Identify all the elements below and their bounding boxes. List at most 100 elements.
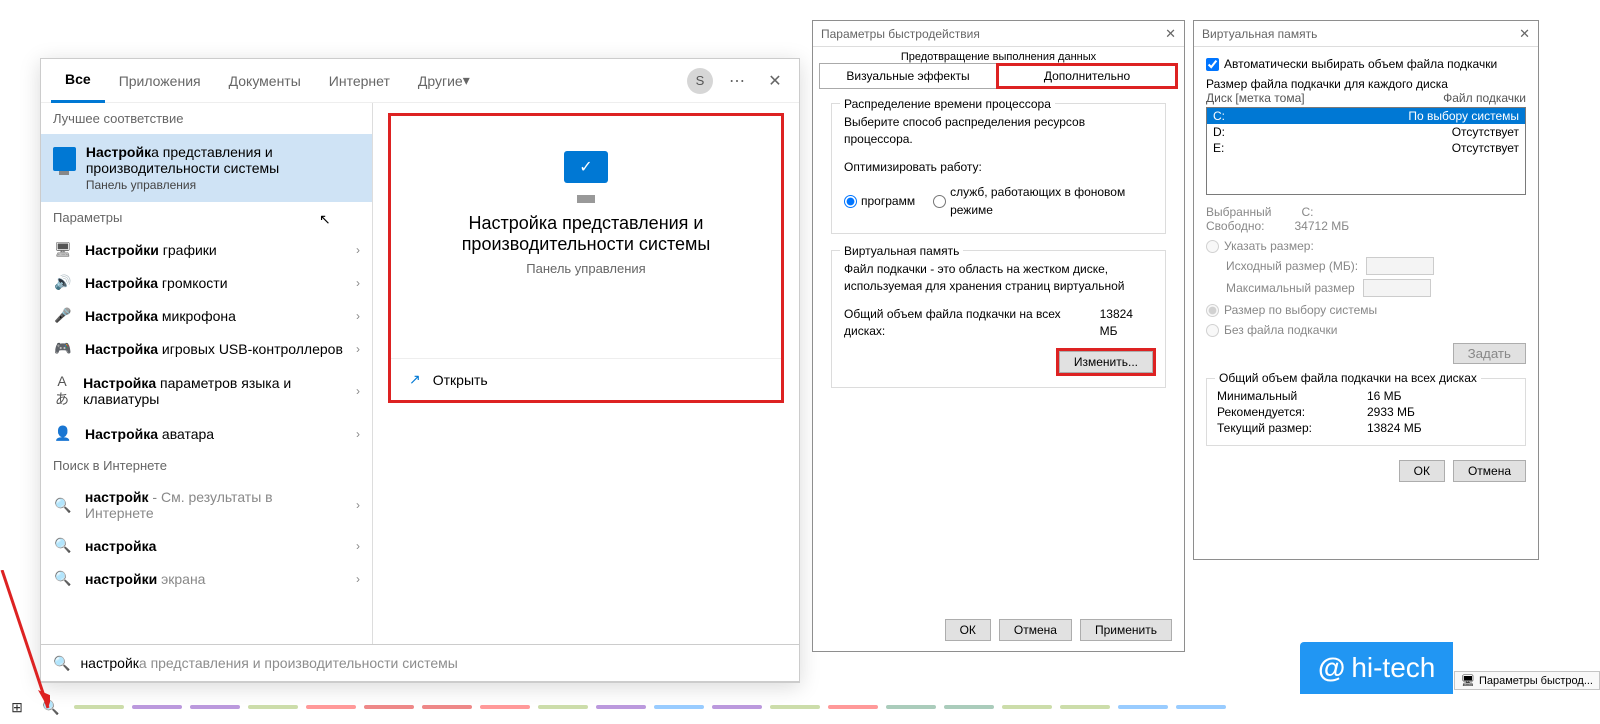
item-icon: 🔊: [53, 274, 73, 291]
drive-row[interactable]: C:По выбору системы: [1207, 108, 1525, 124]
selected-label: Выбранный: [1206, 205, 1271, 219]
item-title: Настройки графики: [85, 242, 217, 258]
tab-all[interactable]: Все: [51, 59, 105, 103]
more-menu[interactable]: ⋯: [723, 71, 751, 91]
perf-apply-button[interactable]: Применить: [1080, 619, 1172, 641]
vmem-ok-button[interactable]: ОК: [1399, 460, 1445, 482]
cur-value: 13824 МБ: [1367, 421, 1422, 435]
perf-close-icon[interactable]: ✕: [1165, 26, 1176, 42]
tab-web[interactable]: Интернет: [315, 59, 404, 103]
search-tabs: Все Приложения Документы Интернет Другие…: [41, 59, 799, 103]
perf-ok-button[interactable]: ОК: [945, 619, 991, 641]
item-icon: 🎤: [53, 307, 73, 324]
search-panel: Все Приложения Документы Интернет Другие…: [40, 58, 800, 683]
drive-list[interactable]: C:По выбору системыD:ОтсутствуетE:Отсутс…: [1206, 107, 1526, 195]
drive-row[interactable]: E:Отсутствует: [1207, 140, 1525, 156]
close-icon[interactable]: ✕: [761, 71, 789, 91]
min-value: 16 МБ: [1367, 389, 1402, 403]
vmem-group-title: Виртуальная память: [840, 243, 963, 260]
cur-label: Текущий размер:: [1217, 421, 1327, 435]
chevron-right-icon: ›: [356, 384, 360, 398]
result-item[interactable]: 🎤 Настройка микрофона ›: [41, 299, 372, 332]
result-item[interactable]: 👤Настройка аватара›: [41, 417, 372, 450]
search-typed: настройк: [80, 655, 138, 671]
result-item[interactable]: AあНастройка параметров языка и клавиатур…: [41, 365, 372, 417]
cpu-opt-label: Оптимизировать работу:: [844, 159, 1153, 176]
perf-cancel-button[interactable]: Отмена: [999, 619, 1072, 641]
web-result-item[interactable]: 🔍настройки экрана›: [41, 562, 372, 595]
radio-custom-size[interactable]: Указать размер:: [1206, 239, 1526, 253]
user-avatar[interactable]: S: [687, 68, 713, 94]
auto-manage-checkbox[interactable]: Автоматически выбирать объем файла подка…: [1206, 57, 1526, 71]
best-match-item[interactable]: Настройка представления и производительн…: [41, 134, 372, 202]
totals-title: Общий объем файла подкачки на всех диска…: [1215, 371, 1481, 385]
vmem-desc: Файл подкачки - это область на жестком д…: [844, 261, 1153, 296]
vmem-title-bar: Виртуальная память ✕: [1194, 21, 1538, 47]
item-title: Настройка микрофона: [85, 308, 236, 324]
chevron-right-icon: ›: [356, 498, 360, 512]
init-label: Исходный размер (МБ):: [1226, 259, 1358, 273]
perf-title: Параметры быстродействия: [821, 27, 980, 41]
free-value: 34712 МБ: [1295, 219, 1350, 233]
monitor-check-icon: [564, 151, 608, 183]
tab-more[interactable]: Другие ▾: [404, 59, 484, 103]
min-label: Минимальный: [1217, 389, 1327, 403]
virtual-memory-dialog: Виртуальная память ✕ Автоматически выбир…: [1193, 20, 1539, 560]
perf-subhead: Предотвращение выполнения данных: [813, 47, 1184, 63]
vmem-cancel-button[interactable]: Отмена: [1453, 460, 1526, 482]
tab-visual-effects[interactable]: Визуальные эффекты: [819, 63, 996, 89]
taskbar-search-icon[interactable]: 🔍: [34, 690, 68, 724]
search-icon: 🔍: [53, 497, 73, 514]
chevron-right-icon: ›: [356, 309, 360, 323]
chevron-right-icon: ›: [356, 539, 360, 553]
free-label: Свободно:: [1206, 219, 1265, 233]
result-item[interactable]: 🔊 Настройка громкости ›: [41, 266, 372, 299]
radio-no-file[interactable]: Без файла подкачки: [1206, 323, 1526, 337]
item-icon: 🎮: [53, 340, 73, 357]
start-icon[interactable]: ⊞: [0, 690, 34, 724]
item-title: Настройка игровых USB-контроллеров: [85, 341, 343, 357]
change-button[interactable]: Изменить...: [1059, 351, 1153, 373]
preview-subtitle: Панель управления: [526, 261, 645, 276]
taskbar-notification[interactable]: 🖥 Параметры быстрод...: [1454, 671, 1600, 690]
monitor-icon: [53, 147, 76, 171]
result-item[interactable]: 🖥 Настройки графики ›: [41, 233, 372, 266]
result-item[interactable]: 🎮 Настройка игровых USB-контроллеров ›: [41, 332, 372, 365]
chevron-right-icon: ›: [356, 276, 360, 290]
tab-docs[interactable]: Документы: [215, 59, 315, 103]
initial-size-input[interactable]: [1366, 257, 1434, 275]
item-title: настройка: [85, 538, 156, 554]
set-button[interactable]: Задать: [1453, 343, 1526, 364]
chevron-right-icon: ›: [356, 243, 360, 257]
web-result-item[interactable]: 🔍настройка›: [41, 529, 372, 562]
chevron-right-icon: ›: [356, 342, 360, 356]
drive-row[interactable]: D:Отсутствует: [1207, 124, 1525, 140]
net-header: Поиск в Интернете: [41, 450, 372, 481]
item-title: Настройка громкости: [85, 275, 228, 291]
search-input[interactable]: 🔍 настройка представления и производител…: [40, 644, 800, 682]
radio-programs[interactable]: программ: [844, 193, 915, 210]
brand-watermark: @hi-tech: [1300, 642, 1453, 694]
rec-label: Рекомендуется:: [1217, 405, 1327, 419]
taskbar-items: [74, 705, 1226, 709]
web-result-item[interactable]: 🔍 настройк - См. результаты в Интернете ›: [41, 481, 372, 529]
perf-title-bar: Параметры быстродействия ✕: [813, 21, 1184, 47]
radio-background[interactable]: служб, работающих в фоновом режиме: [933, 184, 1153, 219]
max-size-input[interactable]: [1363, 279, 1431, 297]
best-match-header: Лучшее соответствие: [41, 103, 372, 134]
taskbar: ⊞ 🔍: [0, 690, 1600, 724]
radio-system-size[interactable]: Размер по выбору системы: [1206, 303, 1526, 317]
item-title: Настройка аватара: [85, 426, 214, 442]
chevron-right-icon: ›: [356, 427, 360, 441]
search-icon: 🔍: [53, 655, 70, 672]
item-icon: 🖥: [53, 241, 73, 258]
vmem-title: Виртуальная память: [1202, 27, 1317, 41]
tab-advanced[interactable]: Дополнительно: [996, 63, 1178, 89]
performance-options-dialog: Параметры быстродействия ✕ Предотвращени…: [812, 20, 1185, 652]
open-action[interactable]: ↗ Открыть: [391, 358, 781, 400]
item-title: настройк - См. результаты в Интернете: [85, 489, 344, 521]
tab-apps[interactable]: Приложения: [105, 59, 215, 103]
vmem-close-icon[interactable]: ✕: [1519, 26, 1530, 42]
virtual-memory-group: Виртуальная память Файл подкачки - это о…: [831, 250, 1166, 388]
selected-value: C:: [1301, 205, 1313, 219]
